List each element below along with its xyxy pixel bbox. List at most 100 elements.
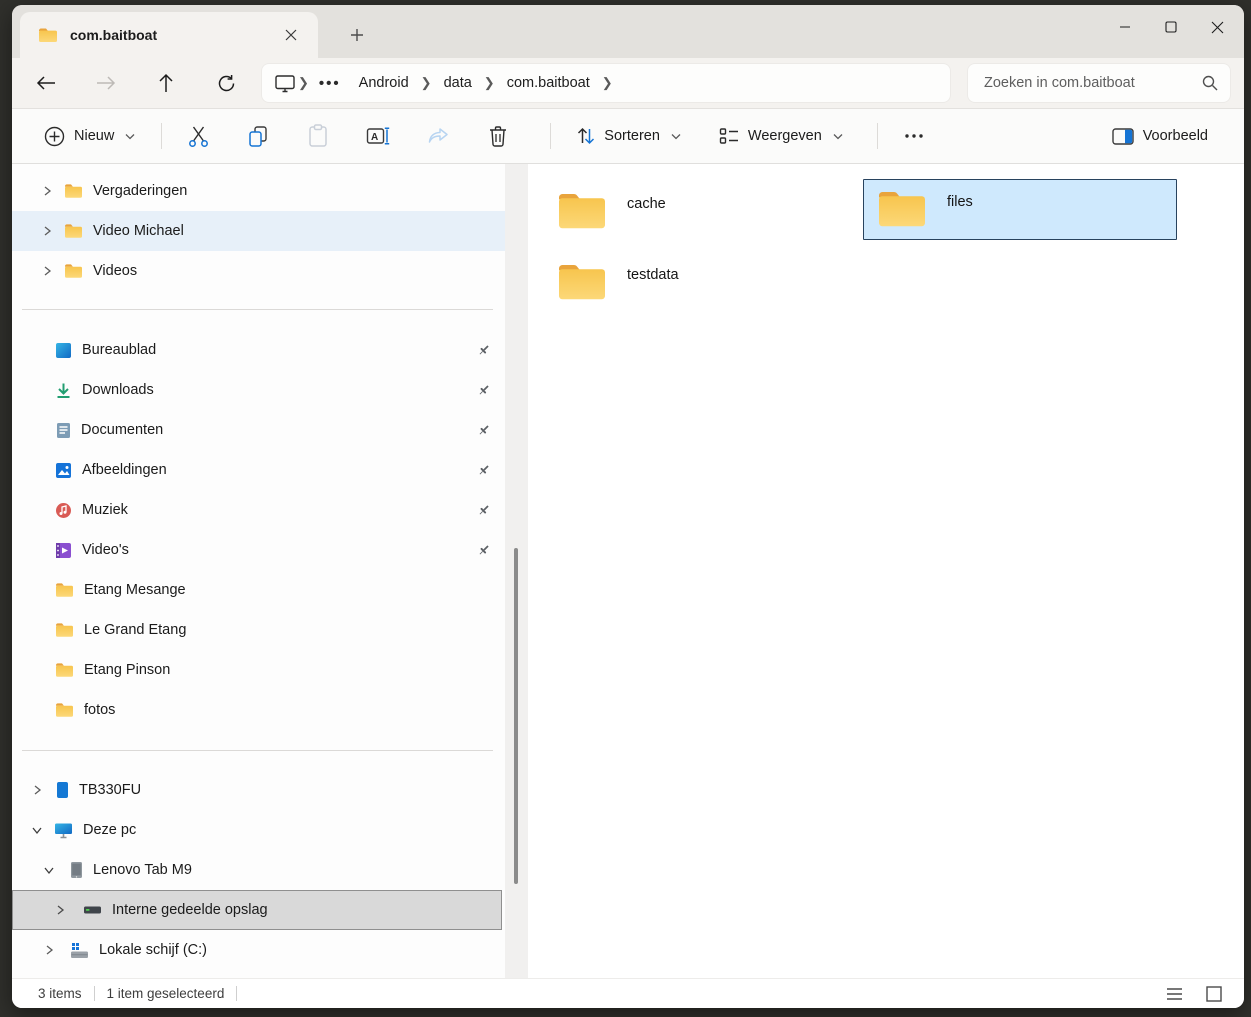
folder-tile-testdata[interactable]: testdata: [543, 252, 857, 313]
sort-button[interactable]: Sorteren: [565, 119, 693, 153]
chevron-right-icon[interactable]: [42, 943, 56, 957]
chevron-right-icon[interactable]: [40, 224, 54, 238]
minimize-button[interactable]: [1102, 5, 1148, 49]
breadcrumb-data[interactable]: data: [434, 75, 482, 91]
chevron-down-icon: [671, 133, 681, 140]
chevron-right-icon[interactable]: [53, 903, 67, 917]
sidebar-item-deze-pc[interactable]: Deze pc: [12, 810, 505, 850]
delete-button[interactable]: [476, 117, 520, 155]
sidebar-item-videos-library[interactable]: Video's: [12, 530, 505, 570]
up-button[interactable]: [146, 65, 186, 101]
sidebar-item-le-grand-etang[interactable]: Le Grand Etang: [12, 610, 505, 650]
sidebar-divider: [22, 309, 493, 310]
close-button[interactable]: [1194, 5, 1240, 49]
sidebar-item-vergaderingen[interactable]: Vergaderingen: [12, 171, 505, 211]
sidebar-item-downloads[interactable]: Downloads: [12, 370, 505, 410]
status-divider: [236, 986, 237, 1001]
folder-icon: [64, 263, 83, 279]
sidebar-item-fotos[interactable]: fotos: [12, 690, 505, 730]
sidebar-item-label: Lenovo Tab M9: [93, 862, 192, 878]
breadcrumb-overflow[interactable]: •••: [311, 75, 349, 92]
chevron-right-icon[interactable]: [30, 783, 44, 797]
folder-icon: [876, 186, 928, 233]
tab-com-baitboat[interactable]: com.baitboat: [20, 12, 318, 58]
sidebar-item-afbeeldingen[interactable]: Afbeeldingen: [12, 450, 505, 490]
maximize-button[interactable]: [1148, 5, 1194, 49]
toolbar-divider: [877, 123, 878, 149]
internal-storage-icon: [83, 905, 102, 915]
sidebar-scrollbar[interactable]: [505, 164, 528, 978]
chevron-right-icon[interactable]: [40, 264, 54, 278]
chevron-down-icon[interactable]: [42, 863, 56, 877]
item-count: 3 items: [28, 986, 94, 1001]
sidebar-item-lokale-schijf-c[interactable]: Lokale schijf (C:): [12, 930, 505, 970]
sidebar-item-etang-mesange[interactable]: Etang Mesange: [12, 570, 505, 610]
sidebar-item-etang-pinson[interactable]: Etang Pinson: [12, 650, 505, 690]
forward-button[interactable]: [86, 65, 126, 101]
breadcrumb-com-baitboat[interactable]: com.baitboat: [497, 75, 600, 91]
sort-icon: [577, 126, 595, 146]
pin-icon: [477, 463, 491, 477]
desktop-icon: [55, 342, 72, 359]
sidebar-item-label: Etang Mesange: [84, 582, 186, 598]
sidebar-item-label: Deze pc: [83, 822, 136, 838]
address-bar[interactable]: ❯ ••• Android ❯ data ❯ com.baitboat ❯: [262, 64, 950, 102]
command-toolbar: Nieuw A Sorteren: [12, 108, 1244, 164]
chevron-down-icon[interactable]: [30, 823, 44, 837]
downloads-icon: [55, 382, 72, 399]
sidebar-item-bureaublad[interactable]: Bureaublad: [12, 330, 505, 370]
sidebar-item-muziek[interactable]: Muziek: [12, 490, 505, 530]
preview-pane-icon: [1112, 128, 1134, 145]
large-icons-view-button[interactable]: [1202, 983, 1226, 1005]
cut-button[interactable]: [176, 117, 220, 155]
preview-button-label: Voorbeeld: [1143, 128, 1208, 144]
scrollbar-thumb[interactable]: [514, 548, 518, 884]
folder-icon: [556, 188, 608, 235]
search-input[interactable]: Zoeken in com.baitboat: [968, 64, 1230, 102]
breadcrumb-chevron: ❯: [482, 75, 497, 91]
sidebar-item-label: Videos: [93, 263, 137, 279]
new-tab-button[interactable]: [342, 20, 372, 50]
refresh-button[interactable]: [206, 65, 246, 101]
tab-strip: com.baitboat: [12, 5, 1244, 58]
navigation-bar: ❯ ••• Android ❯ data ❯ com.baitboat ❯ Zo…: [12, 58, 1244, 108]
sidebar-item-label: Downloads: [82, 382, 154, 398]
sidebar-item-label: Afbeeldingen: [82, 462, 167, 478]
plus-circle-icon: [44, 126, 65, 147]
local-disk-icon: [70, 942, 89, 959]
sidebar-item-interne-gedeelde-opslag[interactable]: Interne gedeelde opslag: [12, 890, 502, 930]
copy-button[interactable]: [236, 117, 280, 155]
more-options-button[interactable]: [892, 117, 936, 155]
folder-tile-cache[interactable]: cache: [543, 181, 857, 242]
breadcrumb-chevron: ❯: [419, 75, 434, 91]
details-view-button[interactable]: [1162, 983, 1186, 1005]
new-button[interactable]: Nieuw: [32, 119, 147, 154]
sidebar-item-video-michael[interactable]: Video Michael: [12, 211, 505, 251]
file-explorer-window: com.baitboat: [12, 5, 1244, 1008]
selection-count: 1 item geselecteerd: [95, 986, 237, 1001]
tab-close-icon[interactable]: [278, 22, 304, 48]
view-button-label: Weergeven: [748, 128, 822, 144]
chevron-down-icon: [125, 133, 135, 140]
paste-button[interactable]: [296, 117, 340, 155]
file-list[interactable]: cache files testdata: [528, 164, 1244, 978]
music-icon: [55, 502, 72, 519]
view-button[interactable]: Weergeven: [707, 120, 855, 152]
phone-device-icon: [56, 781, 69, 799]
pictures-icon: [55, 462, 72, 479]
sidebar-item-documenten[interactable]: Documenten: [12, 410, 505, 450]
breadcrumb-android[interactable]: Android: [349, 75, 419, 91]
sidebar-item-videos[interactable]: Videos: [12, 251, 505, 291]
back-button[interactable]: [26, 65, 66, 101]
folder-tile-files[interactable]: files: [863, 179, 1177, 240]
status-bar: 3 items 1 item geselecteerd: [12, 978, 1244, 1008]
preview-button[interactable]: Voorbeeld: [1100, 121, 1220, 152]
sidebar-item-tb330fu[interactable]: TB330FU: [12, 770, 505, 810]
sidebar-item-label: fotos: [84, 702, 115, 718]
sidebar-item-lenovo-tab-m9[interactable]: Lenovo Tab M9: [12, 850, 505, 890]
chevron-right-icon[interactable]: [40, 184, 54, 198]
share-button[interactable]: [416, 117, 460, 155]
search-icon: [1202, 75, 1218, 91]
breadcrumb-chevron: ❯: [600, 75, 615, 91]
rename-button[interactable]: A: [356, 117, 400, 155]
